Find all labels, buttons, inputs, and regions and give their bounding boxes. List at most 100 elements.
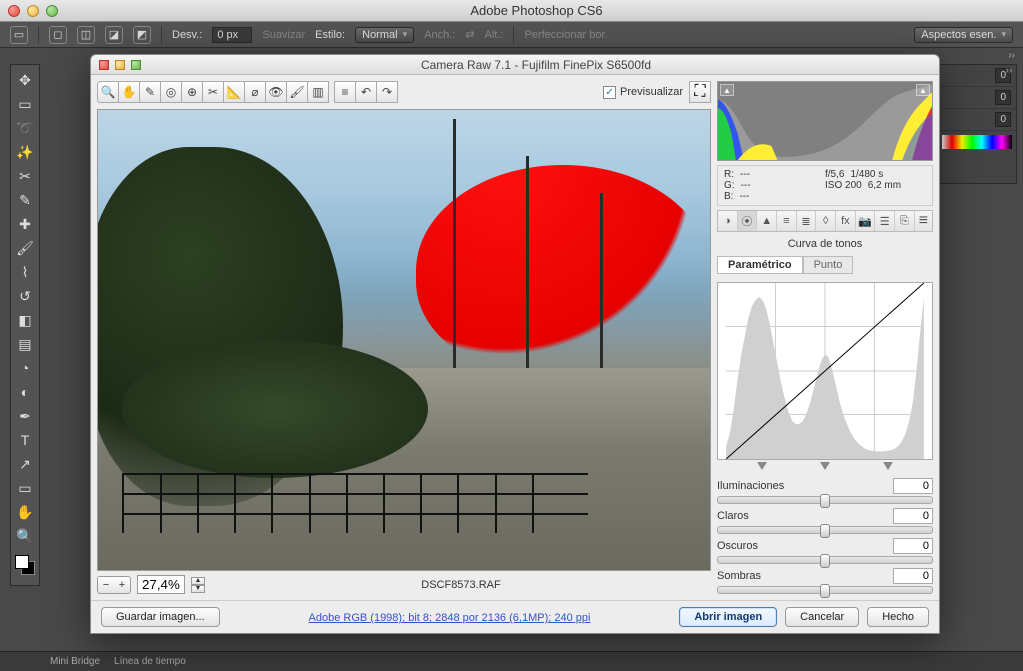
subtab-parametric[interactable]: Paramétrico — [717, 256, 803, 274]
feather-label: Desv.: — [172, 29, 202, 41]
highlights-input[interactable] — [893, 478, 933, 494]
workflow-options-link[interactable]: Adobe RGB (1998); bit 8; 2848 por 2136 (… — [309, 612, 591, 624]
color-b-value[interactable]: 0 — [995, 112, 1011, 127]
healing-tool-icon[interactable]: ✚ — [11, 213, 39, 235]
close-icon[interactable] — [8, 5, 20, 17]
highlights-slider[interactable] — [717, 496, 933, 504]
tab-hsl-icon[interactable]: ≡ — [777, 211, 797, 231]
preview-checkbox[interactable]: ✓ — [603, 86, 616, 99]
color-swatches[interactable] — [15, 555, 35, 575]
cr-rotate-ccw-icon[interactable]: ↶ — [355, 81, 377, 103]
brush-tool-icon[interactable]: 🖌 — [11, 237, 39, 259]
meta-b-value: --- — [739, 191, 749, 202]
tab-camera-icon[interactable]: 📷 — [856, 211, 876, 231]
eyedropper-tool-icon[interactable]: ✎ — [11, 189, 39, 211]
cr-minimize-icon[interactable] — [115, 60, 125, 70]
tab-effects-icon[interactable]: fx — [836, 211, 856, 231]
crop-tool-icon[interactable]: ✂ — [11, 165, 39, 187]
gradient-tool-icon[interactable]: ▤ — [11, 333, 39, 355]
history-brush-icon[interactable]: ↺ — [11, 285, 39, 307]
dodge-tool-icon[interactable]: ◐ — [11, 381, 39, 403]
cr-hand-tool-icon[interactable]: ✋ — [118, 81, 140, 103]
color-ramp[interactable] — [942, 135, 1012, 149]
minibridge-tab[interactable]: Mini Bridge — [50, 656, 100, 667]
timeline-tab[interactable]: Línea de tiempo — [114, 656, 186, 667]
cr-targeted-adjust-icon[interactable]: ⊕ — [181, 81, 203, 103]
preview-image[interactable] — [97, 109, 711, 571]
tab-detail-icon[interactable]: ▲ — [757, 211, 777, 231]
cr-color-sampler-icon[interactable]: ◎ — [160, 81, 182, 103]
save-image-button[interactable]: Guardar imagen... — [101, 607, 220, 627]
cr-zoom-icon[interactable] — [131, 60, 141, 70]
cr-wb-tool-icon[interactable]: ✎ — [139, 81, 161, 103]
cr-rotate-cw-icon[interactable]: ↷ — [376, 81, 398, 103]
done-button[interactable]: Hecho — [867, 607, 929, 627]
zoom-in-button[interactable]: + — [114, 577, 130, 593]
path-tool-icon[interactable]: ↗ — [11, 453, 39, 475]
marquee-tool-icon[interactable]: ▭ — [11, 93, 39, 115]
cancel-button[interactable]: Cancelar — [785, 607, 859, 627]
tab-split-toning-icon[interactable]: ≣ — [797, 211, 817, 231]
move-tool-icon[interactable]: ✥ — [11, 69, 39, 91]
region-split-handles[interactable] — [717, 462, 933, 470]
lasso-tool-icon[interactable]: ➰ — [11, 117, 39, 139]
fullscreen-icon[interactable]: ⛶ — [689, 81, 711, 103]
shadow-clip-warning-icon[interactable]: ▲ — [720, 84, 734, 96]
minimize-icon[interactable] — [27, 5, 39, 17]
style-value: Normal — [362, 29, 397, 41]
zoom-step-up[interactable]: ▲ — [191, 577, 205, 585]
stamp-tool-icon[interactable]: ⌇ — [11, 261, 39, 283]
cr-spot-removal-icon[interactable]: ⌀ — [244, 81, 266, 103]
tab-lens-icon[interactable]: ◊ — [816, 211, 836, 231]
refine-edge-button[interactable]: Perfeccionar bor. — [524, 29, 607, 41]
blur-tool-icon[interactable]: ◔ — [11, 357, 39, 379]
cr-graduated-filter-icon[interactable]: ▥ — [307, 81, 329, 103]
zoom-value-input[interactable] — [137, 575, 185, 594]
shape-tool-icon[interactable]: ▭ — [11, 477, 39, 499]
zoom-out-button[interactable]: − — [98, 577, 114, 593]
cr-close-icon[interactable] — [99, 60, 109, 70]
workspace-select[interactable]: Aspectos esen.▾ — [914, 27, 1013, 43]
feather-input[interactable] — [212, 27, 252, 43]
marquee-tool-indicator-icon[interactable]: ▭ — [10, 26, 28, 44]
subtab-point[interactable]: Punto — [803, 256, 854, 274]
type-tool-icon[interactable]: T — [11, 429, 39, 451]
cr-redeye-icon[interactable]: 👁 — [265, 81, 287, 103]
cr-crop-tool-icon[interactable]: ✂ — [202, 81, 224, 103]
shadows-slider[interactable] — [717, 586, 933, 594]
lights-input[interactable] — [893, 508, 933, 524]
shadows-input[interactable] — [893, 568, 933, 584]
darks-slider[interactable] — [717, 556, 933, 564]
collapse-chevron-icon[interactable]: ›› — [1008, 50, 1015, 61]
cr-prefs-icon[interactable]: ≡ — [334, 81, 356, 103]
panel-title: Curva de tonos — [717, 236, 933, 252]
selection-new-icon[interactable]: ◻ — [49, 26, 67, 44]
zoom-step-down[interactable]: ▼ — [191, 585, 205, 593]
hand-tool-icon[interactable]: ✋ — [11, 501, 39, 523]
open-image-button[interactable]: Abrir imagen — [679, 607, 777, 627]
panel-collapse-icon[interactable]: ›› — [1002, 65, 1016, 79]
tab-presets-icon[interactable]: ☰ — [875, 211, 895, 231]
tab-tone-curve-icon[interactable]: ⦿ — [738, 211, 758, 231]
foreground-color-swatch[interactable] — [15, 555, 29, 569]
selection-intersect-icon[interactable]: ◩ — [133, 26, 151, 44]
selection-add-icon[interactable]: ◫ — [77, 26, 95, 44]
selection-subtract-icon[interactable]: ◪ — [105, 26, 123, 44]
wand-tool-icon[interactable]: ✨ — [11, 141, 39, 163]
style-select[interactable]: Normal▾ — [355, 27, 414, 43]
tone-curve-plot[interactable] — [717, 282, 933, 460]
lights-slider[interactable] — [717, 526, 933, 534]
highlight-clip-warning-icon[interactable]: ▲ — [916, 84, 930, 96]
color-g-value[interactable]: 0 — [995, 90, 1011, 105]
tab-basic-icon[interactable]: ◑ — [718, 211, 738, 231]
pen-tool-icon[interactable]: ✒ — [11, 405, 39, 427]
darks-input[interactable] — [893, 538, 933, 554]
cr-adjustment-brush-icon[interactable]: 🖌 — [286, 81, 308, 103]
cr-zoom-tool-icon[interactable]: 🔍 — [97, 81, 119, 103]
eraser-tool-icon[interactable]: ◧ — [11, 309, 39, 331]
cr-straighten-icon[interactable]: 📐 — [223, 81, 245, 103]
zoom-icon[interactable] — [46, 5, 58, 17]
tab-snapshots-icon[interactable]: ⎘ — [895, 211, 915, 231]
zoom-tool-icon[interactable]: 🔍 — [11, 525, 39, 547]
panel-menu-icon[interactable]: ≡ — [915, 212, 932, 230]
